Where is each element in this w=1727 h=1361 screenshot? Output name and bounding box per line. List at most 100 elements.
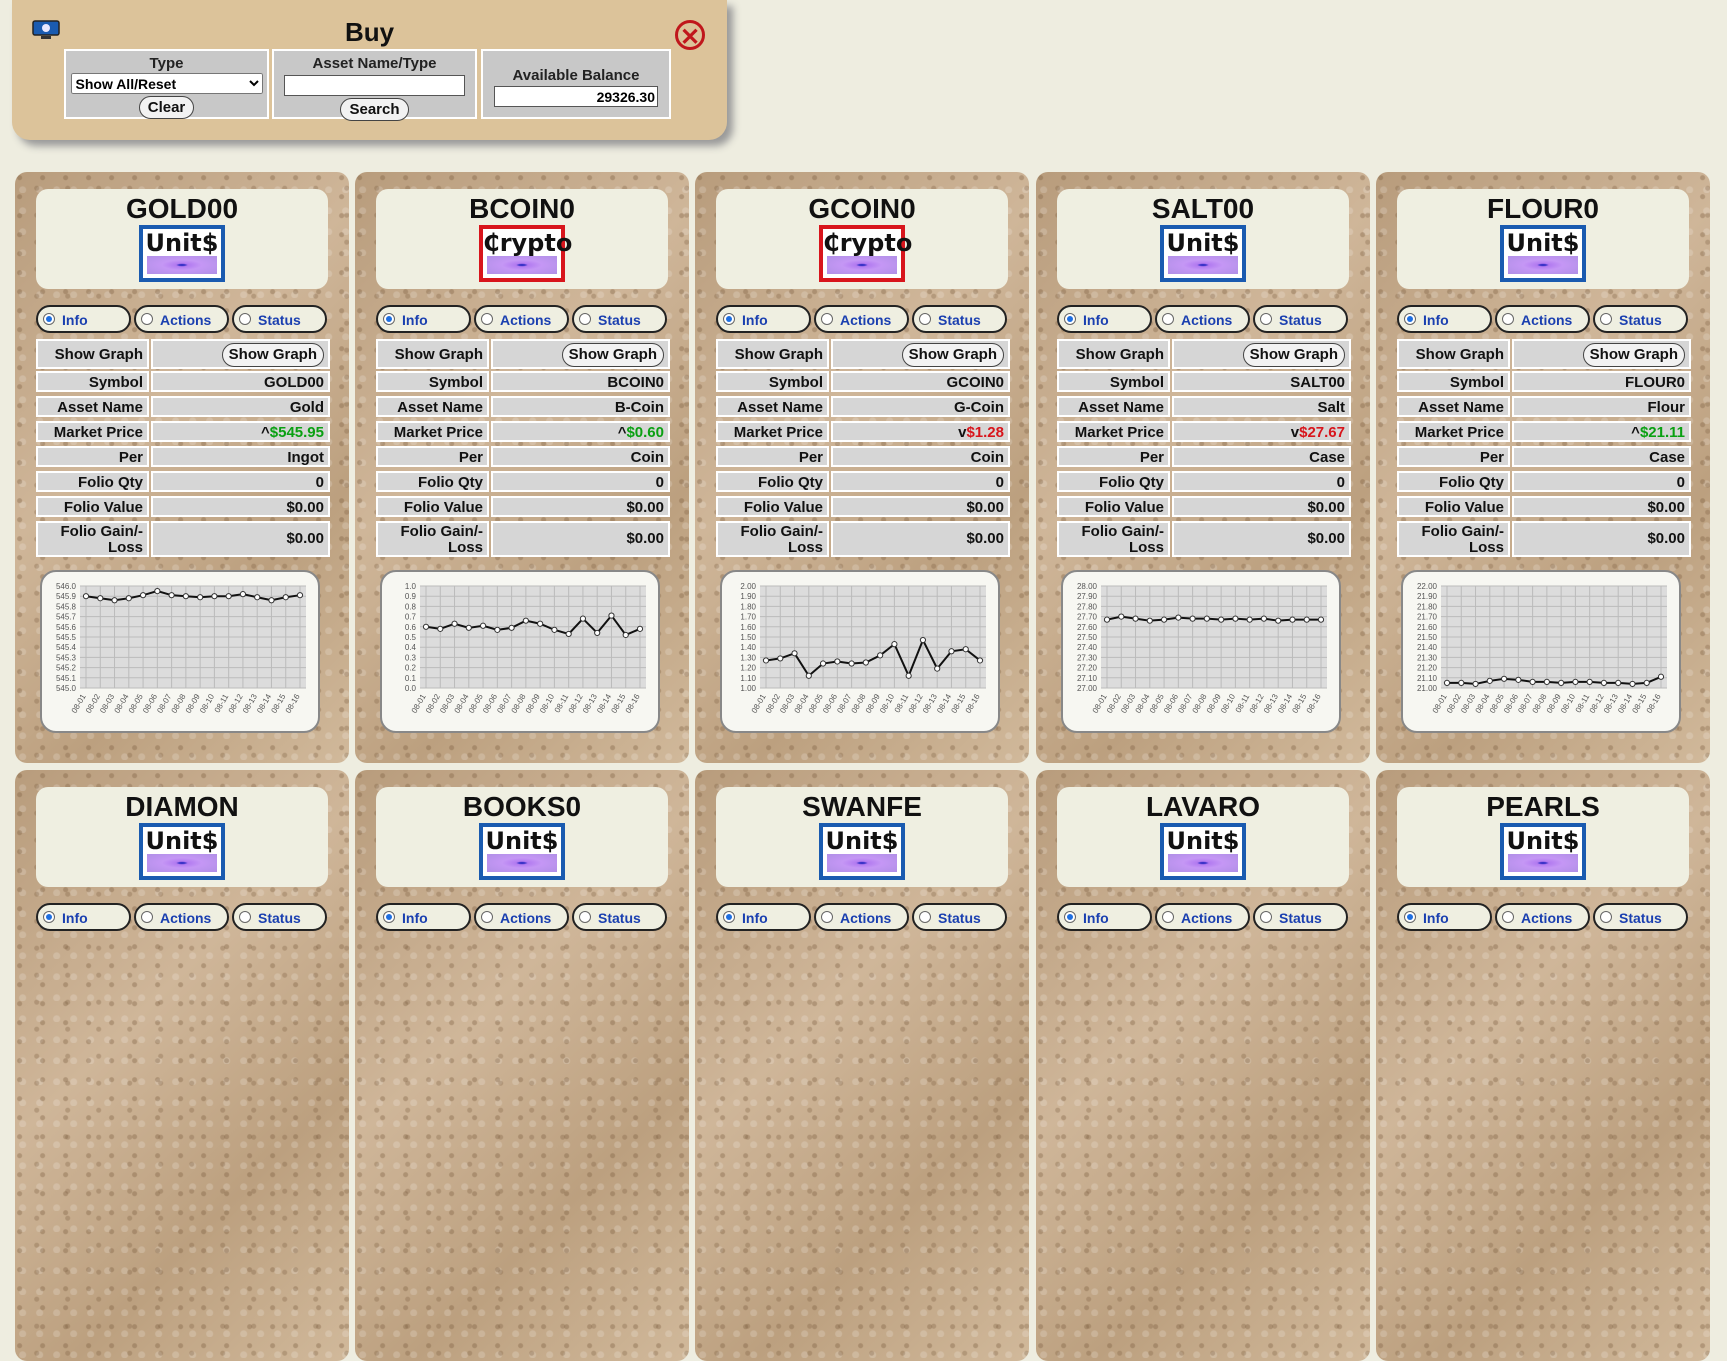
radio-actions[interactable] [481,911,493,923]
badge-glow [1168,854,1238,872]
tab-info[interactable]: Info [1397,305,1492,333]
tab-actions[interactable]: Actions [1495,903,1590,931]
y-tick-label: 545.4 [56,643,77,652]
radio-info[interactable] [383,313,395,325]
radio-status[interactable] [1600,911,1612,923]
data-point [268,597,275,604]
radio-info[interactable] [1064,313,1076,325]
radio-info[interactable] [43,313,55,325]
x-tick-label: 08-16 [284,692,302,715]
radio-actions[interactable] [821,313,833,325]
tab-info[interactable]: Info [376,305,471,333]
show-graph-button[interactable]: Show Graph [1242,343,1345,367]
radio-status[interactable] [919,911,931,923]
tab-actions[interactable]: Actions [134,305,229,333]
row-asset-name: Asset Name B-Coin [376,396,670,417]
radio-info[interactable] [1404,313,1416,325]
tab-info-label: Info [62,312,88,328]
tab-actions[interactable]: Actions [1155,903,1250,931]
tab-info[interactable]: Info [1397,903,1492,931]
radio-actions[interactable] [821,911,833,923]
buy-panel: Buy ✕ Type Show All/Reset Clear Asset Na… [12,0,727,140]
show-graph-button[interactable]: Show Graph [901,343,1004,367]
row-market-price: Market Price ^$0.60 [376,421,670,442]
tab-status[interactable]: Status [572,903,667,931]
tab-status[interactable]: Status [1593,305,1688,333]
radio-info[interactable] [43,911,55,923]
radio-info[interactable] [723,313,735,325]
radio-status[interactable] [239,313,251,325]
folio-value-value: $0.00 [151,496,330,517]
y-tick-label: 27.50 [1077,633,1098,642]
radio-actions[interactable] [1162,911,1174,923]
card-tabs: Info Actions Status [376,305,672,333]
folio-gain-value: $0.00 [831,521,1010,557]
tab-status[interactable]: Status [572,305,667,333]
show-graph-button[interactable]: Show Graph [221,343,324,367]
card-header: DIAMON Unit$ [36,787,328,887]
card-symbol: BOOKS0 [462,791,582,822]
radio-status[interactable] [1260,313,1272,325]
radio-actions[interactable] [481,313,493,325]
asset-name-key: Asset Name [1397,396,1510,417]
clear-button[interactable]: Clear [138,96,195,119]
tab-status[interactable]: Status [912,305,1007,333]
tab-info[interactable]: Info [36,305,131,333]
radio-info[interactable] [1404,911,1416,923]
data-point [565,630,572,638]
market-price-value: v$27.67 [1172,421,1351,442]
radio-actions[interactable] [1502,911,1514,923]
radio-status[interactable] [579,313,591,325]
radio-status[interactable] [919,313,931,325]
tab-info[interactable]: Info [1057,903,1152,931]
tab-actions[interactable]: Actions [1495,305,1590,333]
radio-status[interactable] [1600,313,1612,325]
tab-status[interactable]: Status [1593,903,1688,931]
radio-actions[interactable] [141,313,153,325]
radio-actions[interactable] [141,911,153,923]
tab-actions[interactable]: Actions [814,903,909,931]
tab-status[interactable]: Status [912,903,1007,931]
tab-status[interactable]: Status [1253,903,1348,931]
tab-info[interactable]: Info [376,903,471,931]
y-tick-label: 27.60 [1077,623,1098,632]
row-folio-qty: Folio Qty 0 [716,471,1010,492]
tab-info[interactable]: Info [716,903,811,931]
show-graph-button[interactable]: Show Graph [1582,343,1685,367]
card-tabs: Info Actions Status [716,903,1012,931]
folio-qty-value: 0 [831,471,1010,492]
search-button[interactable]: Search [340,98,409,121]
radio-info[interactable] [1064,911,1076,923]
radio-info[interactable] [383,911,395,923]
radio-status[interactable] [1260,911,1272,923]
asset-card: FLOUR0 Unit$ Info Actions Status Show Graph Sh… [1376,172,1710,763]
tab-actions[interactable]: Actions [1155,305,1250,333]
tab-actions[interactable]: Actions [474,305,569,333]
badge-label: Unit$ [145,229,219,257]
row-show-graph: Show Graph Show Graph [36,339,330,369]
tab-status[interactable]: Status [1253,305,1348,333]
tab-status[interactable]: Status [232,305,327,333]
tab-info[interactable]: Info [716,305,811,333]
tab-actions[interactable]: Actions [814,305,909,333]
radio-status[interactable] [239,911,251,923]
data-point [537,620,544,627]
tab-actions[interactable]: Actions [134,903,229,931]
tab-status[interactable]: Status [232,903,327,931]
data-point [1146,617,1153,624]
radio-info[interactable] [723,911,735,923]
data-point [608,612,615,619]
radio-actions[interactable] [1502,313,1514,325]
show-graph-button[interactable]: Show Graph [561,343,664,367]
close-x-icon[interactable]: ✕ [675,20,705,51]
tab-info[interactable]: Info [1057,305,1152,333]
radio-status[interactable] [579,911,591,923]
radio-actions[interactable] [1162,313,1174,325]
asset-name-input[interactable] [284,75,465,96]
badge-label: Unit$ [1506,827,1580,855]
type-select[interactable]: Show All/Reset [70,73,263,94]
tab-actions[interactable]: Actions [474,903,569,931]
asset-card: SALT00 Unit$ Info Actions Status Show Graph Sh… [1036,172,1370,763]
row-folio-gain: Folio Gain/-Loss $0.00 [1397,521,1691,557]
tab-info[interactable]: Info [36,903,131,931]
